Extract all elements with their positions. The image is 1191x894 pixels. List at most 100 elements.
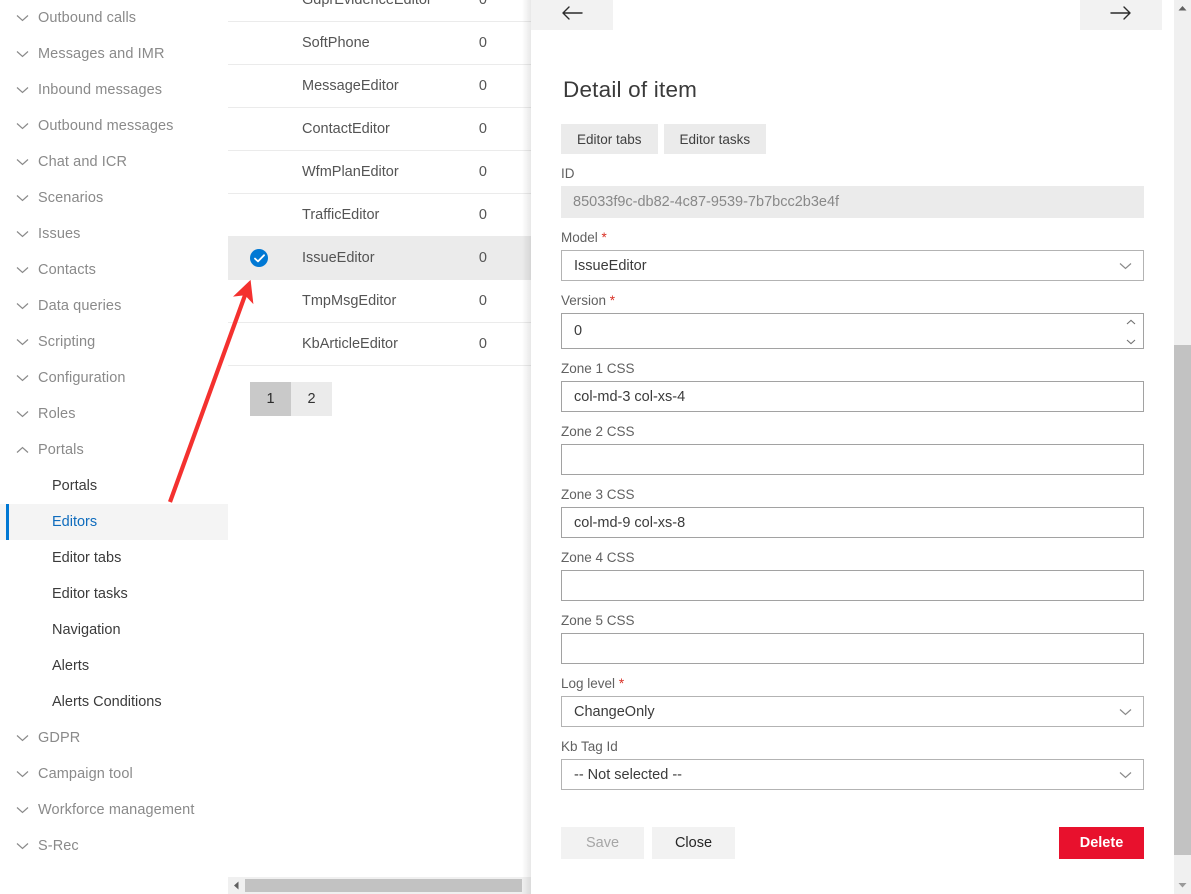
sidebar-group-label: S-Rec	[38, 838, 79, 854]
sidebar-group-contacts[interactable]: Contacts	[0, 252, 228, 288]
sidebar-group-label: Messages and IMR	[38, 46, 165, 62]
table-row[interactable]: WfmPlanEditor 0	[228, 151, 531, 194]
row-name: KbArticleEditor	[302, 336, 398, 352]
sidebar-group-label: Inbound messages	[38, 82, 163, 98]
zone-2-css-input[interactable]	[561, 444, 1144, 475]
forward-button[interactable]	[1080, 0, 1162, 30]
field-label: Model *	[561, 230, 607, 245]
zone-1-css-input[interactable]: col-md-3 col-xs-4	[561, 381, 1144, 412]
sidebar-item-label: Editors	[52, 514, 98, 530]
horizontal-scrollbar[interactable]	[228, 877, 531, 894]
field-id: ID 85033f9c-db82-4c87-9539-7b7bcc2b3e4f	[561, 166, 1144, 218]
sidebar-group-workforce-management[interactable]: Workforce management	[0, 792, 228, 828]
row-count: 0	[478, 78, 487, 94]
scroll-up-arrow-icon[interactable]	[1174, 0, 1191, 17]
table-row[interactable]: ContactEditor 0	[228, 108, 531, 151]
chevron-up-icon	[14, 442, 30, 458]
detail-actions: Save Close Delete	[561, 827, 1144, 859]
row-name: MessageEditor	[302, 78, 399, 94]
sidebar-group-chat-and-icr[interactable]: Chat and ICR	[0, 144, 228, 180]
chevron-down-icon[interactable]	[1126, 333, 1136, 349]
sidebar-group-label: Workforce management	[38, 802, 195, 818]
chevron-down-icon	[14, 226, 30, 242]
save-button[interactable]: Save	[561, 827, 644, 859]
tab-editor-tabs[interactable]: Editor tabs	[561, 124, 658, 154]
sidebar-group-configuration[interactable]: Configuration	[0, 360, 228, 396]
sidebar-group-label: Scenarios	[38, 190, 104, 206]
vertical-scrollbar-thumb[interactable]	[1174, 345, 1191, 855]
sidebar-item-editors[interactable]: Editors	[0, 504, 228, 540]
model-select-value: IssueEditor	[574, 257, 647, 274]
table-row[interactable]: GdprEvidenceEditor 0	[228, 0, 531, 22]
table-row[interactable]: TrafficEditor 0	[228, 194, 531, 237]
spinner-icons[interactable]	[1126, 313, 1136, 349]
chevron-down-icon	[14, 730, 30, 746]
sidebar-item-portals[interactable]: Portals	[0, 468, 228, 504]
sidebar-group-inbound-messages[interactable]: Inbound messages	[0, 72, 228, 108]
field-log-level: Log level * ChangeOnly	[561, 676, 1144, 727]
scroll-left-arrow-icon[interactable]	[228, 877, 245, 894]
table-row[interactable]: TmpMsgEditor 0	[228, 280, 531, 323]
sidebar-group-messages-and-imr[interactable]: Messages and IMR	[0, 36, 228, 72]
sidebar-item-label: Editor tabs	[52, 550, 122, 566]
tab-editor-tasks[interactable]: Editor tasks	[663, 124, 767, 154]
sidebar-item-alerts-conditions[interactable]: Alerts Conditions	[0, 684, 228, 720]
horizontal-scrollbar-thumb[interactable]	[245, 879, 522, 892]
sidebar-group-campaign-tool[interactable]: Campaign tool	[0, 756, 228, 792]
zone-5-css-input[interactable]	[561, 633, 1144, 664]
vertical-scrollbar[interactable]	[1174, 0, 1191, 894]
sidebar-item-navigation[interactable]: Navigation	[0, 612, 228, 648]
page-button-1[interactable]: 1	[250, 382, 291, 416]
sidebar-group-label: Scripting	[38, 334, 96, 350]
chevron-down-icon	[1118, 705, 1132, 719]
sidebar-group-gdpr[interactable]: GDPR	[0, 720, 228, 756]
delete-button[interactable]: Delete	[1059, 827, 1144, 859]
sidebar-group-issues[interactable]: Issues	[0, 216, 228, 252]
row-count: 0	[478, 35, 487, 51]
sidebar-item-label: Alerts Conditions	[52, 694, 162, 710]
version-stepper[interactable]: 0	[561, 313, 1144, 349]
row-count: 0	[478, 207, 487, 223]
table-row[interactable]: KbArticleEditor 0	[228, 323, 531, 366]
close-button[interactable]: Close	[652, 827, 735, 859]
page-button-2[interactable]: 2	[291, 382, 332, 416]
log-level-select[interactable]: ChangeOnly	[561, 696, 1144, 727]
sidebar-item-alerts[interactable]: Alerts	[0, 648, 228, 684]
zone-3-css-input[interactable]: col-md-9 col-xs-8	[561, 507, 1144, 538]
page-title: Detail of item	[563, 77, 698, 102]
sidebar-group-label: Outbound calls	[38, 10, 137, 26]
sidebar-group-label: Outbound messages	[38, 118, 174, 134]
field-label: Zone 5 CSS	[561, 613, 635, 628]
required-marker: *	[618, 676, 625, 691]
sidebar-item-editor-tabs[interactable]: Editor tabs	[0, 540, 228, 576]
back-button[interactable]	[531, 0, 613, 30]
sidebar-group-portals[interactable]: Portals	[0, 432, 228, 468]
field-label: Log level *	[561, 676, 625, 691]
model-select[interactable]: IssueEditor	[561, 250, 1144, 281]
sidebar-group-data-queries[interactable]: Data queries	[0, 288, 228, 324]
chevron-up-icon[interactable]	[1126, 313, 1136, 329]
sidebar-group-label: Chat and ICR	[38, 154, 128, 170]
sidebar-group-label: Campaign tool	[38, 766, 133, 782]
row-name: TmpMsgEditor	[302, 293, 397, 309]
field-label: ID	[561, 166, 575, 181]
zone-4-css-input[interactable]	[561, 570, 1144, 601]
sidebar-group-roles[interactable]: Roles	[0, 396, 228, 432]
sidebar-group-scenarios[interactable]: Scenarios	[0, 180, 228, 216]
sidebar-item-editor-tasks[interactable]: Editor tasks	[0, 576, 228, 612]
sidebar-group-outbound-calls[interactable]: Outbound calls	[0, 0, 228, 36]
table-row[interactable]: MessageEditor 0	[228, 65, 531, 108]
sidebar-item-label: Navigation	[52, 622, 121, 638]
table-row-selected[interactable]: IssueEditor 0	[228, 237, 531, 280]
table-row[interactable]: SoftPhone 0	[228, 22, 531, 65]
sidebar-item-label: Portals	[52, 478, 98, 494]
kb-tag-id-select[interactable]: -- Not selected --	[561, 759, 1144, 790]
sidebar-group-label: GDPR	[38, 730, 81, 746]
scroll-down-arrow-icon[interactable]	[1174, 877, 1191, 894]
row-count: 0	[478, 250, 487, 266]
horizontal-scrollbar-track[interactable]	[245, 877, 531, 894]
sidebar-group-outbound-messages[interactable]: Outbound messages	[0, 108, 228, 144]
sidebar-group-label: Issues	[38, 226, 81, 242]
sidebar-group-scripting[interactable]: Scripting	[0, 324, 228, 360]
sidebar-group-s-rec[interactable]: S-Rec	[0, 828, 228, 864]
